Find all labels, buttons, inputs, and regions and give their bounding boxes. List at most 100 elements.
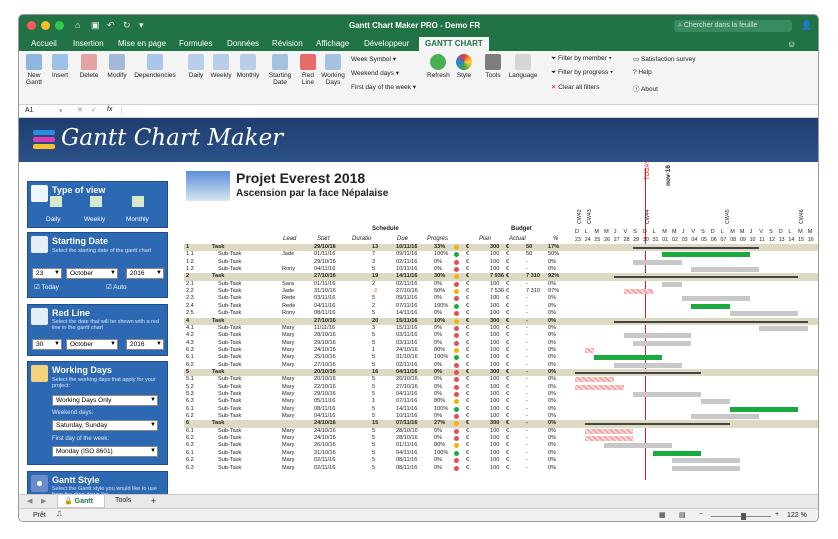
subtask-row[interactable]: 4.2 Sub-Task Mary 28/10/16 5 03/11/16 0% €100 € -… <box>184 332 818 339</box>
plan-column-header[interactable]: Plan <box>479 236 491 242</box>
tab-formules[interactable]: Formules <box>179 39 212 48</box>
smiley-feedback-icon[interactable]: ☺ <box>787 39 796 49</box>
late-bar[interactable] <box>584 436 634 442</box>
filter-member-button[interactable]: ⏷ Filter by member ▾ <box>551 55 612 63</box>
daily-option[interactable]: Daily <box>46 216 60 223</box>
planned-bar[interactable] <box>691 414 760 420</box>
subtask-row[interactable]: 4.1 Sub-Task Mary 11/11/16 3 15/11/16 0% €100 € -… <box>184 325 818 332</box>
late-bar[interactable] <box>584 347 595 353</box>
subtask-row[interactable]: 6.1 Sub-Task Mary 31/10/16 5 04/11/16 100% €100… <box>184 450 818 457</box>
subtask-row[interactable]: 6.2 Sub-Task Mary 27/10/16 5 02/11/16 0% €100 € -… <box>184 362 818 369</box>
tab-mise-en-page[interactable]: Mise en page <box>118 39 166 48</box>
working-days-button[interactable]: Working Days <box>321 54 345 86</box>
today-checkbox[interactable]: ☑ Today <box>34 283 59 291</box>
normal-view-icon[interactable]: ▦ <box>659 511 666 519</box>
zoom-out-icon[interactable]: − <box>699 511 703 518</box>
help-link[interactable]: ? Help <box>633 69 652 76</box>
sheet-tab-tools[interactable]: Tools <box>115 497 131 504</box>
weekly-view-icon[interactable] <box>90 196 102 207</box>
subtask-row[interactable]: 1.2 Sub-Task 29/10/16 3 02/11/16 0% €100 € - 0% <box>184 259 818 266</box>
start-month-select[interactable]: October <box>66 268 118 279</box>
task-summary-bar[interactable] <box>584 423 731 426</box>
subtask-row[interactable]: 5.3 Sub-Task Mary 29/10/16 5 04/11/16 0% €100 € -… <box>184 391 818 398</box>
add-sheet-button[interactable]: + <box>151 496 156 506</box>
dependencies-button[interactable]: Dependencies <box>133 54 177 79</box>
due-column-header[interactable]: Due <box>397 236 408 242</box>
confirm-formula-icon[interactable]: ✓ <box>91 106 97 114</box>
task-summary-bar[interactable] <box>613 276 799 279</box>
completed-bar[interactable] <box>730 406 799 412</box>
completed-bar[interactable] <box>652 450 702 456</box>
planned-bar[interactable] <box>759 325 808 331</box>
planned-bar[interactable] <box>730 311 799 317</box>
spreadsheet-area[interactable]: Gantt Chart Maker Type of view Daily Wee… <box>19 118 818 494</box>
weekend-days-dropdown[interactable]: Weekend days ▾ <box>351 69 399 77</box>
tab-affichage[interactable]: Affichage <box>316 39 349 48</box>
daily-view-icon[interactable] <box>50 196 62 207</box>
planned-bar[interactable] <box>672 458 740 464</box>
first-day-dropdown[interactable]: First day of the week ▾ <box>351 83 416 91</box>
planned-bar[interactable] <box>672 465 740 471</box>
prev-sheet-icon[interactable]: ◀ <box>27 497 32 505</box>
weekly-option[interactable]: Weekly <box>84 216 105 223</box>
zoom-window-button[interactable] <box>55 21 64 30</box>
planned-bar[interactable] <box>604 443 672 449</box>
red-line-button[interactable]: Red Line <box>297 54 319 86</box>
subtask-row[interactable]: 4.3 Sub-Task Mary 29/10/16 5 03/11/16 0% €100 € -… <box>184 340 818 347</box>
subtask-row[interactable]: 5.1 Sub-Task Mary 20/10/16 5 26/10/16 0% €100 € -… <box>184 376 818 383</box>
subtask-row[interactable]: 6.2 Sub-Task Mary 24/10/16 5 28/10/16 0% €100 € -… <box>184 435 818 442</box>
late-bar[interactable] <box>575 384 624 390</box>
zoom-in-icon[interactable]: + <box>775 511 779 518</box>
save-icon[interactable]: ▣ <box>91 20 100 31</box>
planned-bar[interactable] <box>662 281 682 287</box>
planned-bar[interactable] <box>633 259 682 265</box>
completed-bar[interactable] <box>662 252 750 258</box>
start-column-header[interactable]: Start <box>317 236 330 242</box>
redline-day-select[interactable]: 30 <box>32 339 62 350</box>
style-button[interactable]: Style <box>453 54 475 79</box>
tools-button[interactable]: Tools <box>483 54 503 79</box>
language-button[interactable]: Language <box>507 54 539 79</box>
insert-button[interactable]: Insert <box>49 54 71 79</box>
tab-insertion[interactable]: Insertion <box>73 39 104 48</box>
zoom-slider-handle[interactable] <box>741 513 746 520</box>
tab-gantt-chart[interactable]: GANTT CHART <box>419 37 489 51</box>
macro-record-icon[interactable]: ⎍ <box>57 511 62 519</box>
cancel-formula-icon[interactable]: ✕ <box>77 106 83 114</box>
starting-date-button[interactable]: Starting Date <box>267 54 293 86</box>
weekend-days-select[interactable]: Saturday, Sunday <box>52 420 158 431</box>
filter-progress-button[interactable]: ⏷ Filter by progress ▾ <box>551 69 613 77</box>
subtask-row[interactable]: 6.3 Sub-Task Mary 26/10/16 5 01/11/16 80% €100 €… <box>184 442 818 449</box>
monthly-view-icon[interactable] <box>132 196 144 207</box>
next-sheet-icon[interactable]: ▶ <box>41 497 46 505</box>
weekly-view-button[interactable]: Weekly <box>209 54 233 79</box>
subtask-row[interactable]: 2.2 Sub-Task Jade 31/10/16 -3 27/10/16 50% €7 5… <box>184 288 818 295</box>
task-row[interactable]: 5 Task 20/10/16 16 04/11/16 0% €300 € - 0% <box>184 368 818 377</box>
planned-bar[interactable] <box>633 392 702 397</box>
first-day-select[interactable]: Monday (ISO 8601) <box>52 446 158 457</box>
undo-icon[interactable]: ↶ <box>107 20 115 31</box>
subtask-row[interactable]: 6.1 Sub-Task Mary 24/10/16 5 28/10/16 0% €100 € -… <box>184 428 818 435</box>
completed-bar[interactable] <box>594 355 663 361</box>
monthly-option[interactable]: Monthly <box>126 216 149 223</box>
late-bar[interactable] <box>584 428 634 434</box>
start-year-select[interactable]: 2016 <box>126 268 164 279</box>
late-bar[interactable] <box>623 289 653 295</box>
actual-column-header[interactable]: Actual <box>509 236 526 242</box>
daily-view-button[interactable]: Daily <box>185 54 207 79</box>
auto-checkbox[interactable]: ☑ Auto <box>106 283 127 291</box>
subtask-row[interactable]: 6.1 Sub-Task Mary 25/10/16 5 31/10/16 100% €100… <box>184 354 818 361</box>
home-icon[interactable]: ⌂ <box>75 20 80 30</box>
planned-bar[interactable] <box>701 399 731 405</box>
tab-accueil[interactable]: Accueil <box>31 39 57 48</box>
progress-column-header[interactable]: Progres <box>427 236 448 242</box>
planned-bar[interactable] <box>633 340 692 346</box>
function-icon[interactable]: fx <box>107 106 112 113</box>
search-input[interactable]: ⌕ Chercher dans la feuille <box>674 20 792 32</box>
subtask-row[interactable]: 6.1 Sub-Task Mary 08/11/16 5 14/11/16 100% €100… <box>184 406 818 413</box>
new-gantt-button[interactable]: New Gantt <box>23 54 45 86</box>
duration-column-header[interactable]: Duratio <box>352 236 371 242</box>
qa-dropdown-icon[interactable]: ▾ <box>139 20 144 31</box>
delete-button[interactable]: Delete <box>77 54 101 79</box>
refresh-button[interactable]: Refresh <box>427 54 450 79</box>
